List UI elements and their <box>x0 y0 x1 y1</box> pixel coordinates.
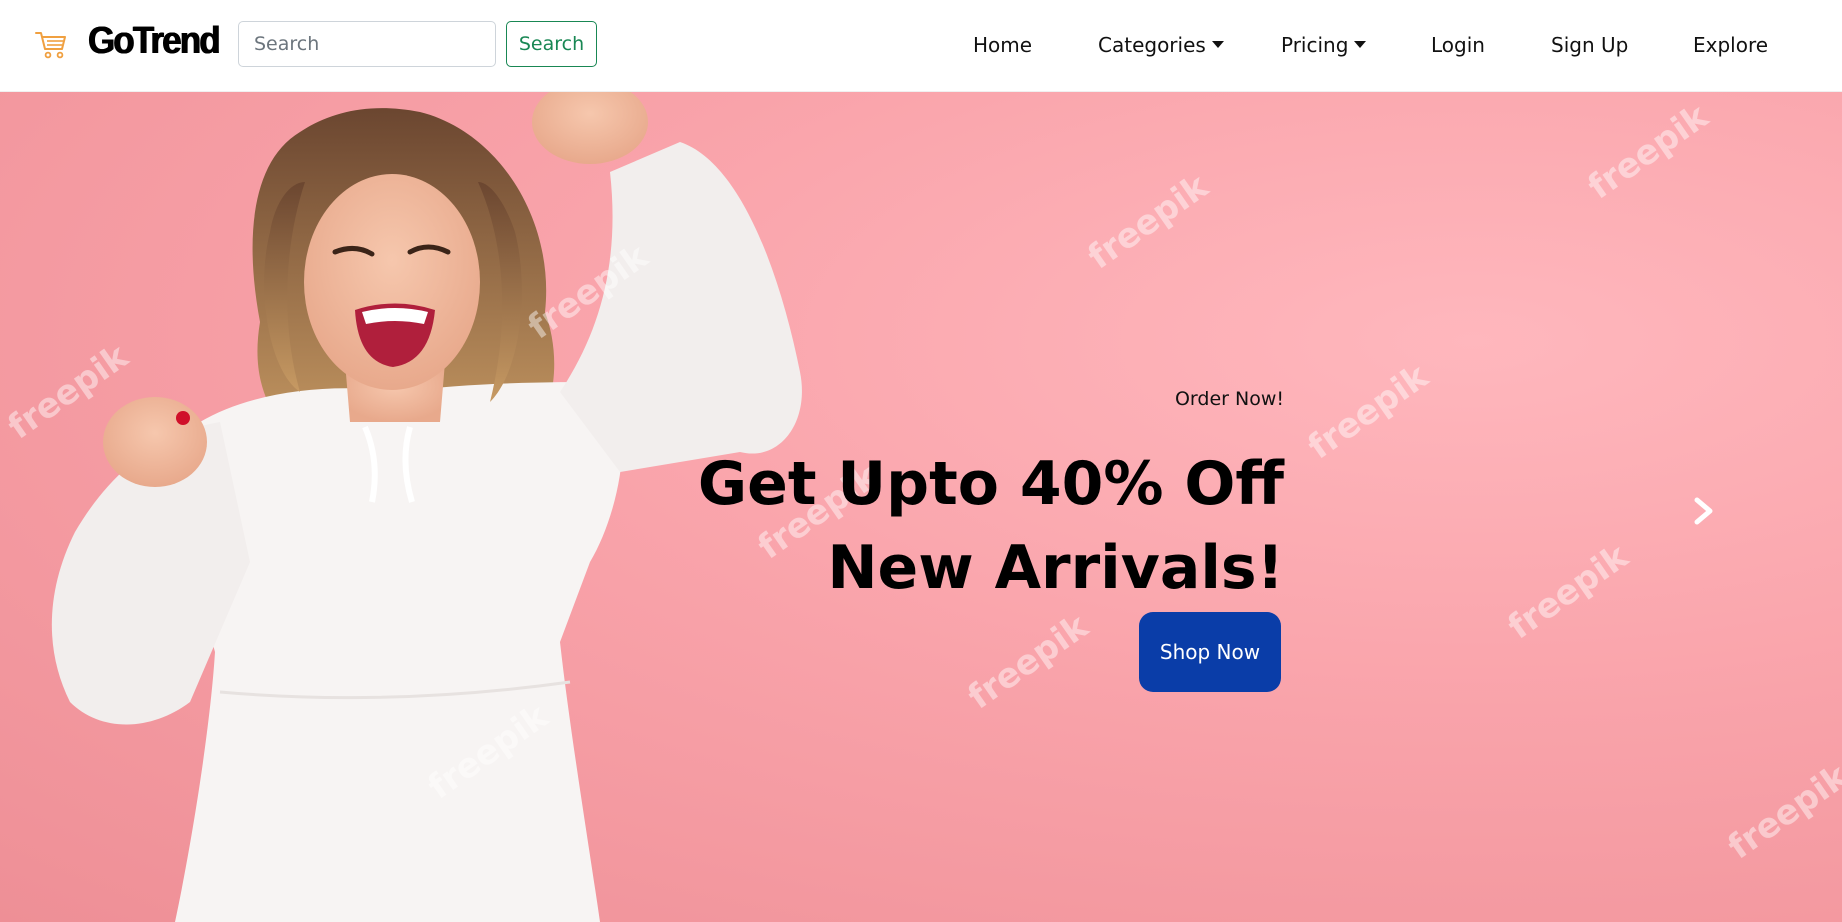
brand-logo[interactable]: GoTrend <box>88 20 221 63</box>
nav-dropdown-pricing-label: Pricing <box>1281 33 1349 57</box>
nav-dropdown-categories-label: Categories <box>1098 33 1206 57</box>
navbar: GoTrend Search Home Categories Pricing L… <box>0 0 1842 92</box>
nav-dropdown-categories[interactable]: Categories <box>1098 33 1224 57</box>
nav-link-login[interactable]: Login <box>1431 33 1485 57</box>
hero-title-line2: New Arrivals! <box>827 533 1284 603</box>
nav-link-home[interactable]: Home <box>973 33 1032 57</box>
nav-dropdown-pricing[interactable]: Pricing <box>1281 33 1367 57</box>
hero-carousel: freepik freepik freepik freepik freepik … <box>0 92 1842 922</box>
hero-subtitle: Order Now! <box>1174 388 1284 410</box>
nav-link-signup[interactable]: Sign Up <box>1551 33 1628 57</box>
search-button[interactable]: Search <box>506 21 597 67</box>
hero-title: Get Upto 40% Off New Arrivals! <box>698 442 1284 610</box>
shop-now-button[interactable]: Shop Now <box>1139 612 1281 692</box>
caret-down-icon <box>1354 41 1367 48</box>
hero-title-line1: Get Upto 40% Off <box>697 449 1284 519</box>
nav-link-explore[interactable]: Explore <box>1693 33 1768 57</box>
chevron-right-icon[interactable] <box>1686 494 1720 528</box>
shopping-cart-icon[interactable] <box>34 28 68 60</box>
caret-down-icon <box>1211 41 1224 48</box>
search-input[interactable] <box>238 21 496 67</box>
hero-caption: Order Now! <box>1175 388 1284 410</box>
